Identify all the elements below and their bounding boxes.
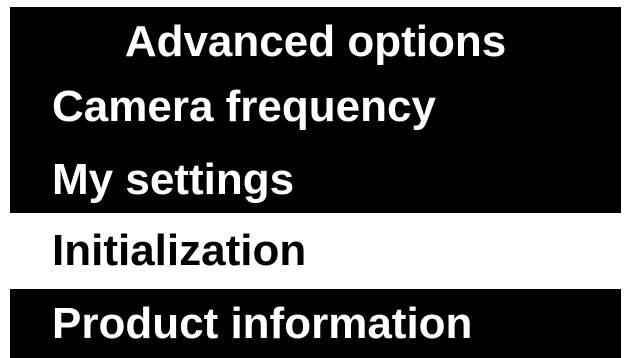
- advanced-options-screen: Advanced options Camera frequency My set…: [0, 0, 631, 358]
- menu-item-camera-frequency[interactable]: Camera frequency: [10, 73, 621, 141]
- menu-panel-bottom: Product information: [10, 289, 621, 358]
- menu-panel-top: Advanced options Camera frequency My set…: [10, 7, 621, 213]
- menu-item-product-information[interactable]: Product information: [10, 289, 621, 358]
- menu-item-my-settings[interactable]: My settings: [10, 147, 621, 213]
- page-title: Advanced options: [124, 17, 507, 66]
- menu-item-initialization[interactable]: Initialization: [10, 213, 621, 289]
